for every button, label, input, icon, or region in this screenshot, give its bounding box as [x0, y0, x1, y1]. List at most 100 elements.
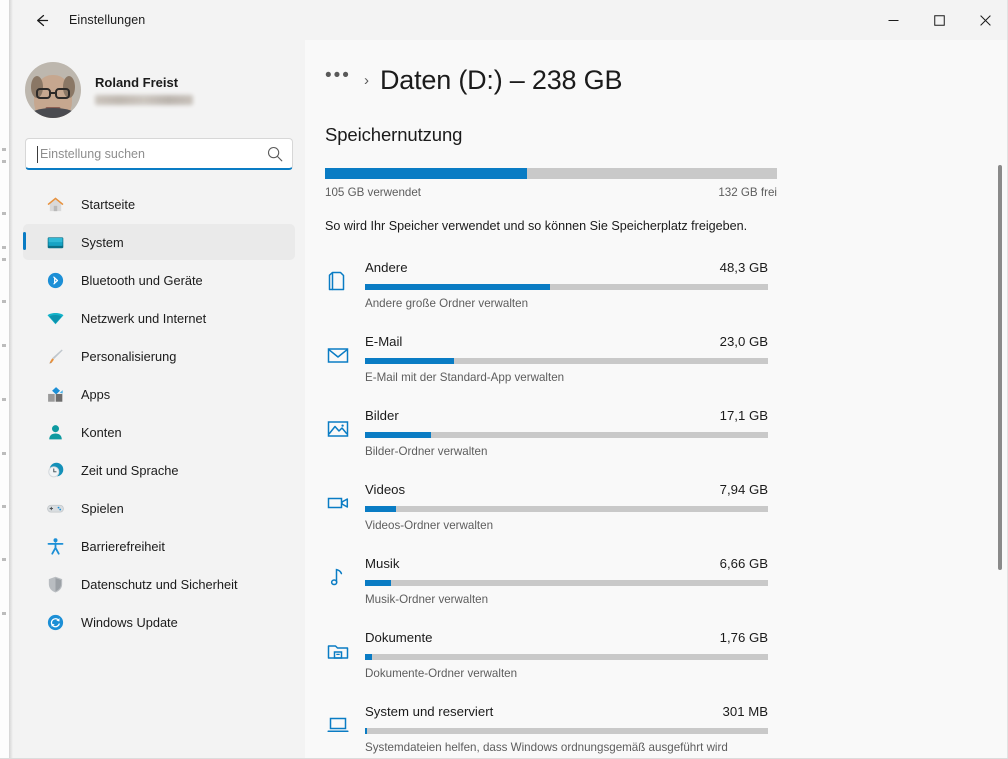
- storage-category-head: Musik 6,66 GB: [365, 556, 768, 571]
- storage-category-row[interactable]: Videos 7,94 GB Videos-Ordner verwalten: [305, 474, 1008, 548]
- storage-category-row[interactable]: System und reserviert 301 MB Systemdatei…: [305, 696, 1008, 759]
- sidebar-item-label: Startseite: [81, 196, 136, 212]
- wifi-icon: [45, 308, 65, 328]
- account-name: Roland Freist: [95, 75, 179, 90]
- storage-category-row[interactable]: Andere 48,3 GB Andere große Ordner verwa…: [305, 252, 1008, 326]
- account-tile[interactable]: Roland Freist: [13, 50, 305, 122]
- storage-category-size: 7,94 GB: [719, 482, 768, 498]
- close-button[interactable]: [962, 0, 1008, 40]
- storage-category-action[interactable]: Musik-Ordner verwalten: [365, 593, 768, 606]
- drive-usage-bar-fill: [325, 168, 527, 179]
- content-scrollbar[interactable]: [997, 82, 1003, 759]
- sidebar-item-label: Bluetooth und Geräte: [81, 272, 203, 288]
- storage-category-action[interactable]: Andere große Ordner verwalten: [365, 297, 768, 310]
- storage-category-action[interactable]: Videos-Ordner verwalten: [365, 519, 768, 532]
- mail-icon: [325, 342, 351, 368]
- storage-category-bar: [365, 432, 768, 439]
- storage-category-row[interactable]: Bilder 17,1 GB Bilder-Ordner verwalten: [305, 400, 1008, 474]
- breadcrumb-overflow-button[interactable]: •••: [325, 66, 351, 91]
- content-pane: ••• › Daten (D:) – 238 GB Speichernutzun…: [305, 40, 1008, 759]
- search-container: [13, 122, 305, 170]
- page-title: Daten (D:) – 238 GB: [379, 64, 623, 95]
- storage-category-bar: [365, 728, 768, 735]
- storage-category-bar: [365, 506, 768, 513]
- sidebar-item-barrierefreiheit[interactable]: Barrierefreiheit: [23, 528, 295, 564]
- laptop-icon: [325, 712, 351, 738]
- sidebar-item-spielen[interactable]: Spielen: [23, 490, 295, 526]
- caption-buttons: [870, 0, 1008, 40]
- storage-category-list: Andere 48,3 GB Andere große Ordner verwa…: [305, 252, 1008, 759]
- storage-category-size: 6,66 GB: [719, 556, 768, 572]
- storage-category-name: E-Mail: [365, 334, 403, 350]
- sidebar-item-netzwerk-und-internet[interactable]: Netzwerk und Internet: [23, 300, 295, 336]
- breadcrumb: ••• › Daten (D:) – 238 GB: [325, 60, 1008, 100]
- search-box[interactable]: [25, 138, 293, 170]
- minimize-icon: [888, 19, 898, 21]
- storage-category-name: Musik: [365, 556, 400, 572]
- storage-category-size: 301 MB: [722, 704, 768, 720]
- close-icon: [979, 14, 991, 26]
- sidebar-item-label: Datenschutz und Sicherheit: [81, 576, 238, 592]
- sidebar-item-datenschutz-und-sicherheit[interactable]: Datenschutz und Sicherheit: [23, 566, 295, 602]
- storage-category-action[interactable]: Systemdateien helfen, dass Windows ordnu…: [365, 741, 768, 754]
- storage-category-name: Bilder: [365, 408, 399, 424]
- minimize-button[interactable]: [870, 0, 916, 40]
- sidebar-item-personalisierung[interactable]: Personalisierung: [23, 338, 295, 374]
- documents-folder-icon: [325, 638, 351, 664]
- search-icon[interactable]: [266, 145, 284, 163]
- sidebar-item-windows-update[interactable]: Windows Update: [23, 604, 295, 640]
- shield-icon: [45, 574, 65, 594]
- sidebar-item-apps[interactable]: Apps: [23, 376, 295, 412]
- text-caret: [37, 146, 38, 163]
- storage-category-action[interactable]: Bilder-Ordner verwalten: [365, 445, 768, 458]
- storage-category-head: Bilder 17,1 GB: [365, 408, 768, 423]
- storage-category-name: Dokumente: [365, 630, 433, 646]
- storage-category-row[interactable]: Dokumente 1,76 GB Dokumente-Ordner verwa…: [305, 622, 1008, 696]
- storage-category-body: Dokumente 1,76 GB Dokumente-Ordner verwa…: [365, 622, 768, 696]
- back-button[interactable]: [24, 3, 58, 37]
- storage-category-action[interactable]: E-Mail mit der Standard-App verwalten: [365, 371, 768, 384]
- refresh-icon: [45, 612, 65, 632]
- sidebar-item-label: Netzwerk und Internet: [81, 310, 207, 326]
- search-input[interactable]: [26, 139, 292, 168]
- gamepad-icon: [45, 498, 65, 518]
- storage-category-row[interactable]: E-Mail 23,0 GB E-Mail mit der Standard-A…: [305, 326, 1008, 400]
- sidebar-item-label: Zeit und Sprache: [81, 462, 179, 478]
- sidebar-item-startseite[interactable]: Startseite: [23, 186, 295, 222]
- storage-category-bar-fill: [365, 432, 431, 439]
- storage-category-name: System und reserviert: [365, 704, 494, 720]
- bluetooth-icon: [45, 270, 65, 290]
- avatar: [25, 62, 81, 118]
- apps-icon: [45, 384, 65, 404]
- picture-icon: [325, 416, 351, 442]
- sidebar-item-label: Konten: [81, 424, 122, 440]
- person-icon: [45, 422, 65, 442]
- sidebar-item-label: System: [81, 234, 124, 250]
- sidebar-item-bluetooth-und-geraete[interactable]: Bluetooth und Geräte: [23, 262, 295, 298]
- storage-category-size: 17,1 GB: [719, 408, 768, 424]
- sidebar-item-konten[interactable]: Konten: [23, 414, 295, 450]
- storage-category-bar: [365, 284, 768, 291]
- maximize-button[interactable]: [916, 0, 962, 40]
- storage-category-bar: [365, 580, 768, 587]
- scrollbar-thumb[interactable]: [998, 165, 1002, 570]
- maximize-icon: [933, 14, 945, 26]
- storage-category-body: Bilder 17,1 GB Bilder-Ordner verwalten: [365, 400, 768, 474]
- sidebar-item-system[interactable]: System: [23, 224, 295, 260]
- storage-category-head: System und reserviert 301 MB: [365, 704, 768, 719]
- storage-category-head: Videos 7,94 GB: [365, 482, 768, 497]
- drive-usage-bar: [325, 168, 777, 179]
- storage-category-body: Andere 48,3 GB Andere große Ordner verwa…: [365, 252, 768, 326]
- storage-category-bar-fill: [365, 284, 551, 291]
- sidebar-item-label: Apps: [81, 386, 111, 402]
- storage-category-action[interactable]: Dokumente-Ordner verwalten: [365, 667, 768, 680]
- account-email-redacted: [95, 95, 193, 105]
- storage-category-bar: [365, 358, 768, 365]
- sidebar-nav: Startseite System Bluetooth und Geräte N…: [13, 186, 305, 640]
- storage-category-bar-fill: [365, 580, 391, 587]
- sidebar-item-zeit-und-sprache[interactable]: Zeit und Sprache: [23, 452, 295, 488]
- drive-usage-bar-group: 105 GB verwendet 132 GB frei: [325, 168, 777, 199]
- storage-category-row[interactable]: Musik 6,66 GB Musik-Ordner verwalten: [305, 548, 1008, 622]
- storage-category-size: 48,3 GB: [719, 260, 768, 276]
- storage-category-body: Musik 6,66 GB Musik-Ordner verwalten: [365, 548, 768, 622]
